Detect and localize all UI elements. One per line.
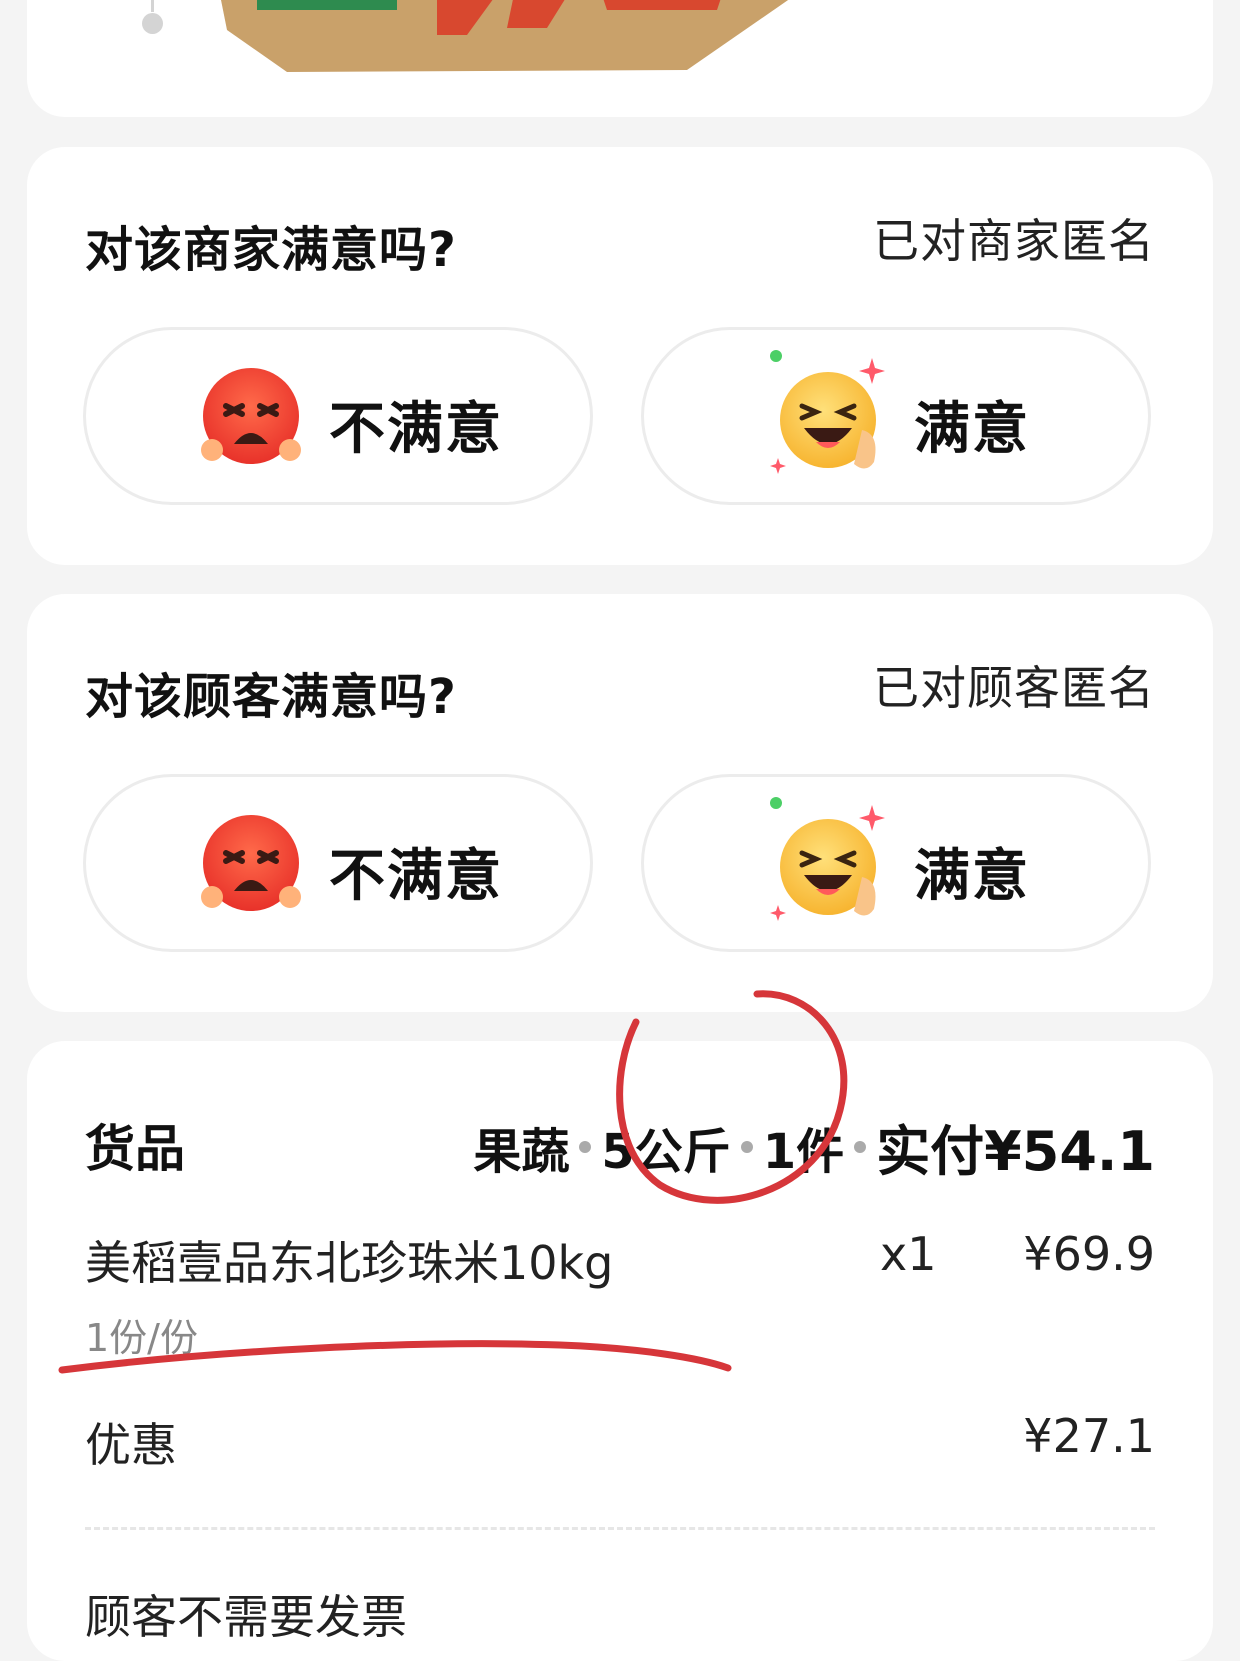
item-price: ¥69.9 [1023,1227,1155,1281]
separator-dot [854,1140,867,1153]
goods-category: 果蔬 [473,1123,570,1180]
discount-value: ¥27.1 [1023,1409,1155,1463]
customer-satisfied-button[interactable]: 满意 [641,774,1151,952]
laughing-face-icon [770,797,885,921]
discount-label: 优惠 [85,1418,177,1472]
unsatisfied-label: 不满意 [329,844,503,909]
customer-rating-card: 对该顾客满意吗? 已对顾客匿名 不满意 满意 [27,594,1213,1012]
merchant-satisfied-button[interactable]: 满意 [641,327,1151,505]
item-quantity: x1 [880,1227,937,1281]
timeline-dot [142,13,163,34]
goods-weight: 5公斤 [601,1123,731,1180]
unsatisfied-label: 不满意 [329,397,503,462]
goods-title: 货品 [85,1120,185,1178]
angry-face-icon [201,815,301,911]
timeline-line [151,0,154,12]
satisfied-label: 满意 [914,844,1030,909]
satisfied-label: 满意 [914,397,1030,462]
angry-face-icon [201,368,301,464]
goods-count: 1件 [762,1123,845,1180]
merchant-question: 对该商家满意吗? [85,222,457,278]
merchant-anonymous-note: 已对商家匿名 [873,214,1155,268]
separator-dot [740,1140,753,1153]
goods-card: 货品 果蔬 5公斤 1件 实付¥54.1 美稻壹品东北珍珠米10kg x1 ¥6… [27,1041,1213,1661]
customer-anonymous-note: 已对顾客匿名 [873,661,1155,715]
goods-summary: 果蔬 5公斤 1件 实付¥54.1 [473,1107,1155,1186]
cardboard-box-icon [221,0,789,72]
item-spec: 1份/份 [85,1316,198,1360]
order-image-card [27,0,1213,117]
goods-paid: 实付¥54.1 [876,1120,1155,1183]
merchant-unsatisfied-button[interactable]: 不满意 [83,327,593,505]
invoice-note: 顾客不需要发票 [85,1590,407,1644]
customer-question: 对该顾客满意吗? [85,669,457,725]
item-name: 美稻壹品东北珍珠米10kg [85,1236,614,1290]
customer-unsatisfied-button[interactable]: 不满意 [83,774,593,952]
laughing-face-icon [770,350,885,474]
merchant-rating-card: 对该商家满意吗? 已对商家匿名 不满意 满意 [27,147,1213,565]
dashed-divider [85,1527,1155,1530]
separator-dot [579,1140,592,1153]
